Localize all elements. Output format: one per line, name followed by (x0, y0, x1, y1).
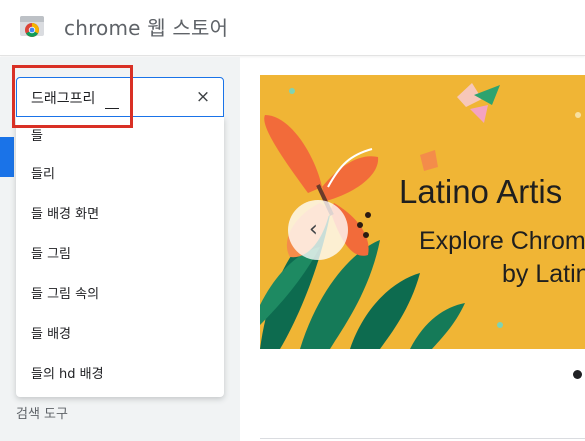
search-suggestions-dropdown: 들 들리 들 배경 화면 들 그림 들 그림 속의 들 배경 들의 hd 배경 (16, 117, 224, 397)
suggestion-item[interactable]: 들 (16, 117, 224, 157)
suggestion-item[interactable]: 들 그림 (16, 235, 224, 275)
banner-subtitle-line1: Explore Chrom (419, 227, 585, 255)
suggestion-item[interactable]: 들 그림 속의 (16, 275, 224, 315)
search-box[interactable]: × (16, 77, 224, 117)
suggestion-item[interactable]: 들리 (16, 155, 224, 195)
close-icon[interactable]: × (193, 87, 213, 107)
suggestion-item[interactable]: 들 배경 (16, 315, 224, 355)
chrome-logo-icon[interactable] (18, 12, 46, 38)
section-divider (260, 438, 585, 439)
search-input[interactable] (31, 87, 181, 109)
chevron-left-icon: ‹ (309, 217, 318, 242)
featured-banner[interactable]: Latino Artis Explore Chrom by Latin ‹ (260, 75, 585, 349)
banner-title: Latino Artis (399, 173, 563, 210)
store-title[interactable]: chrome 웹 스토어 (64, 12, 228, 41)
carousel-dot[interactable] (573, 370, 582, 379)
carousel-prev-button[interactable]: ‹ (288, 200, 348, 260)
banner-subtitle-line2: by Latin (502, 260, 585, 288)
sidebar-active-indicator (0, 137, 14, 177)
search-tools-label[interactable]: 검색 도구 (16, 403, 68, 422)
suggestion-item[interactable]: 들의 hd 배경 (16, 355, 224, 395)
suggestion-item[interactable]: 들 배경 화면 (16, 195, 224, 235)
top-header: chrome 웹 스토어 (0, 0, 585, 56)
ime-composition-underline (105, 108, 119, 109)
